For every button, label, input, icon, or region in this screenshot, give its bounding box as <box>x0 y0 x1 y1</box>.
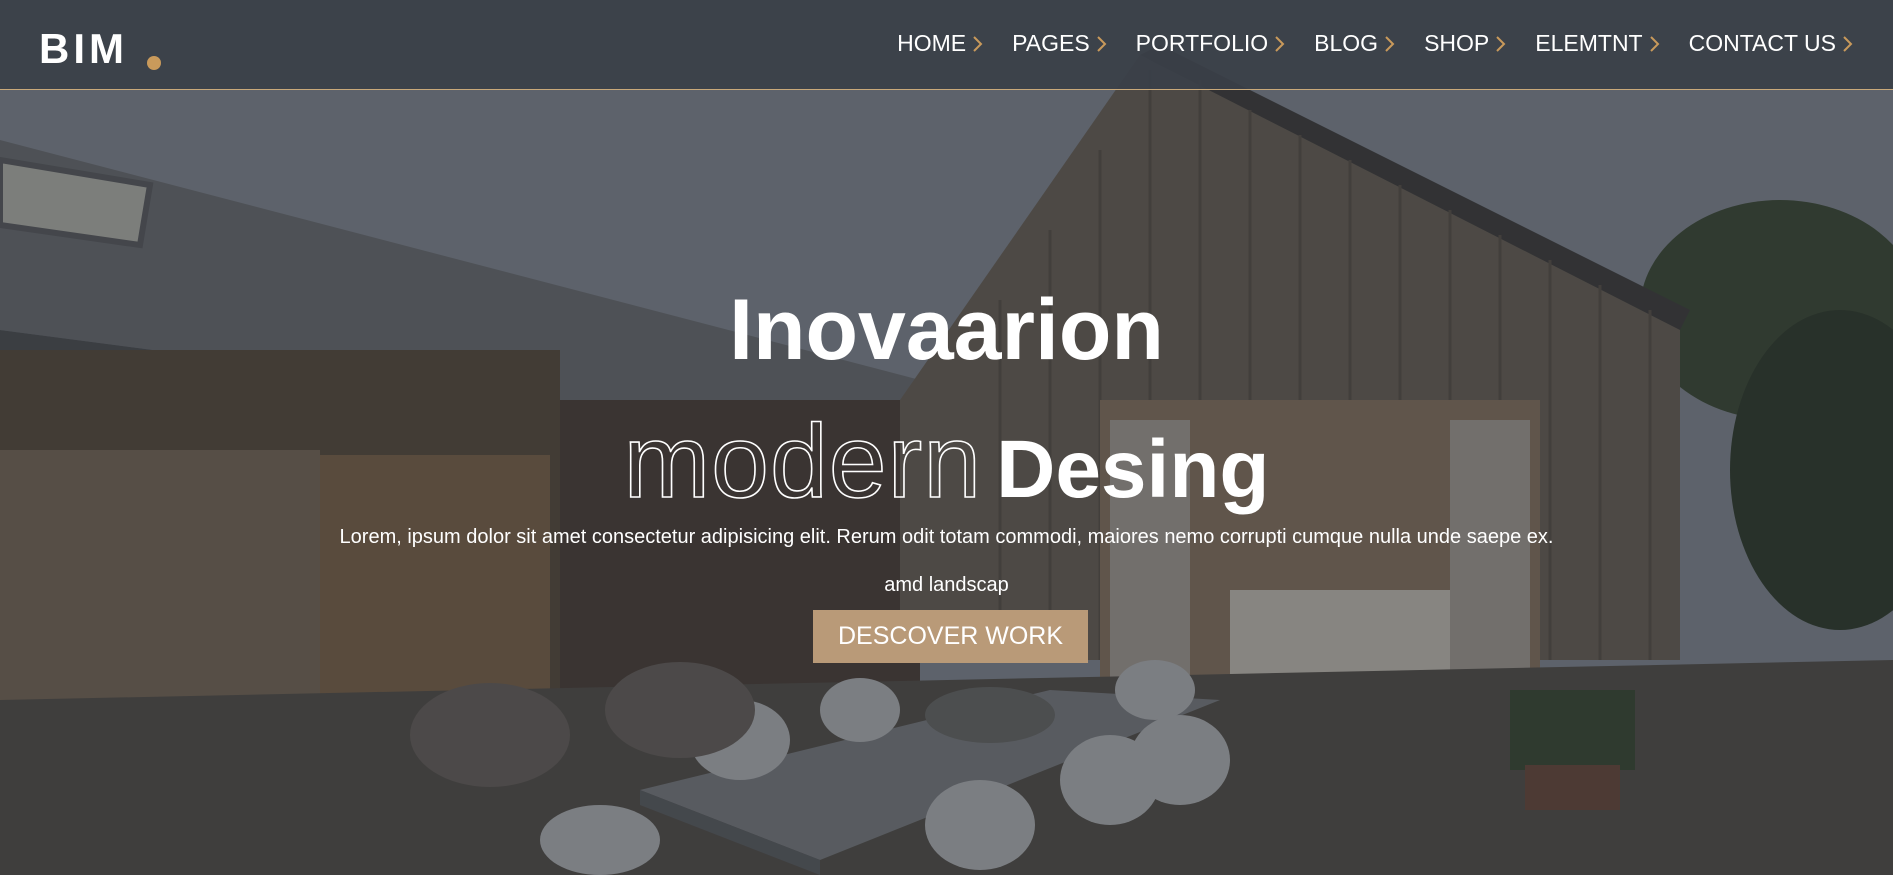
hero-section: Inovaarion modern Desing Lorem, ipsum dol… <box>0 0 1893 875</box>
hero-subtitle-solid: Desing <box>996 424 1270 515</box>
hero-tagline: amd landscap <box>884 574 1009 596</box>
hero-subtitle-outline: modern <box>623 404 983 520</box>
hero-subtitle: modern Desing <box>0 409 1893 515</box>
hero-title: Inovaarion <box>729 282 1164 378</box>
discover-work-button[interactable]: DESCOVER WORK <box>813 610 1088 663</box>
hero-description: Lorem, ipsum dolor sit amet consectetur … <box>339 526 1554 548</box>
